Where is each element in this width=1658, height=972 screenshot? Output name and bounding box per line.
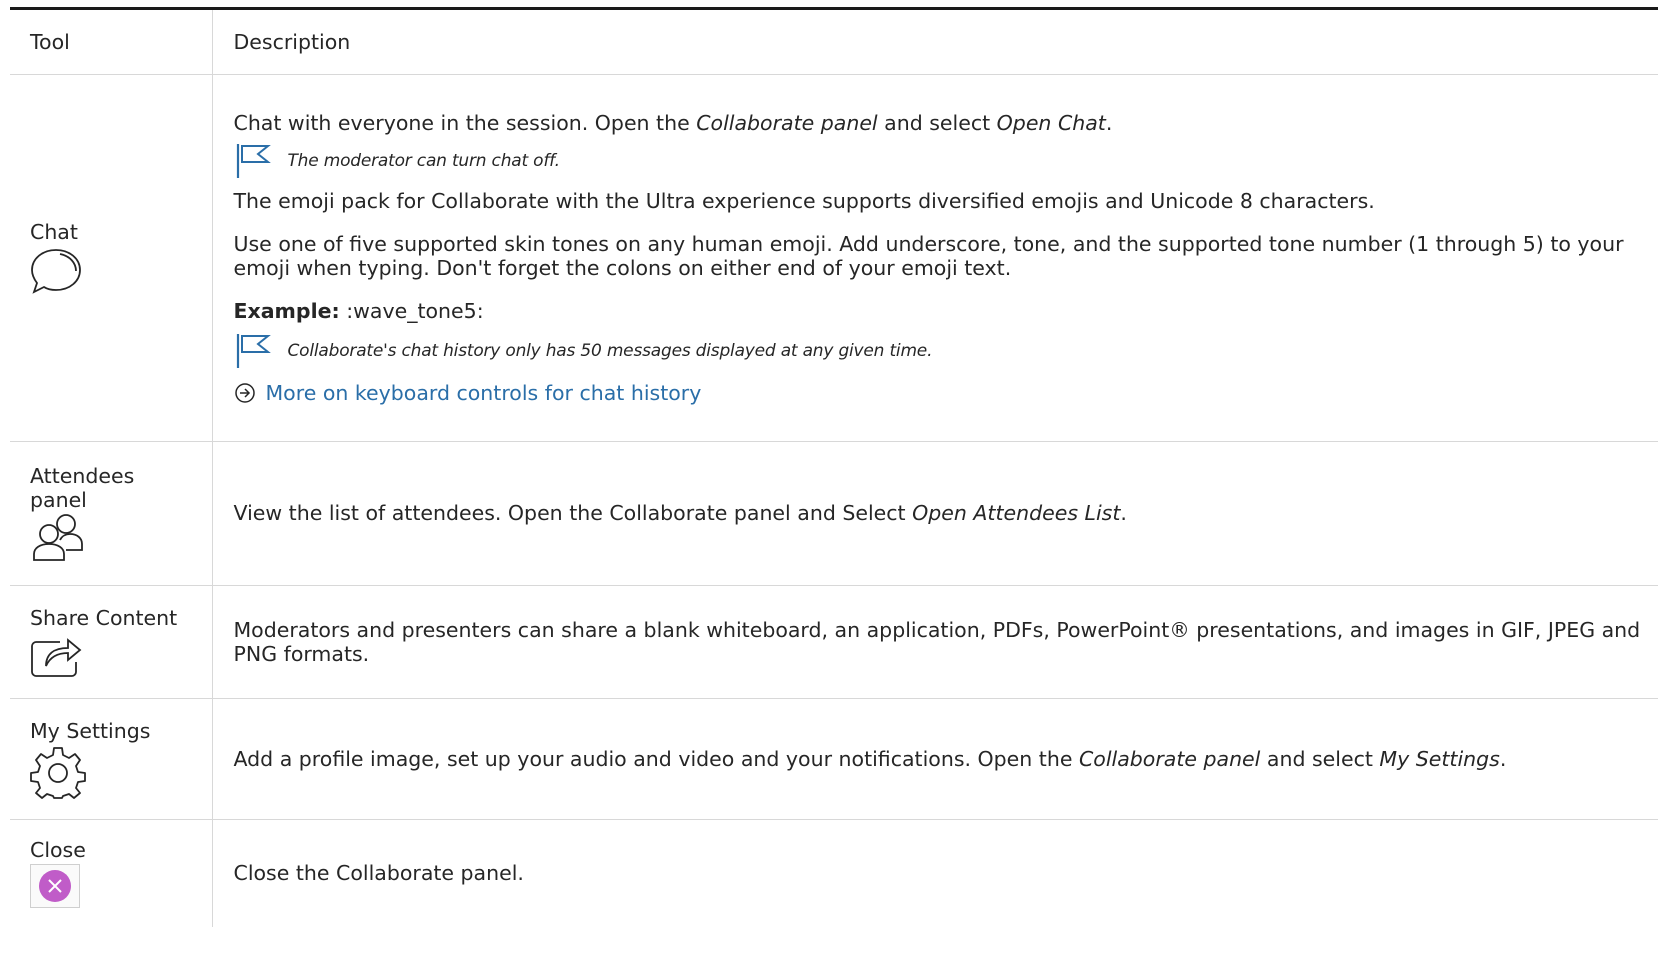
table-row-attendees: Attendees panel View the list of attende… [10,441,1658,585]
share-content-description: Moderators and presenters can share a bl… [233,617,1641,666]
tool-label-share-content: Share Content [30,605,178,630]
chat-example: Example: :wave_tone5: [233,298,484,323]
chat-paragraph-3: Use one of five supported skin tones on … [233,231,1624,280]
chat-bubble-icon [31,248,81,294]
tool-label-attendees-1: Attendees [30,464,135,488]
flag-icon [236,143,271,178]
tool-cell-close: Close [10,819,213,927]
table-row-chat: Chat Chat with everyone in the session. … [10,74,1658,441]
close-button-illustration [30,864,80,909]
attendees-icon [33,514,83,561]
header-tool: Tool [10,10,213,74]
tool-label-chat: Chat [30,219,78,244]
tool-cell-my-settings: My Settings [10,698,213,819]
desc-cell-attendees: View the list of attendees. Open the Col… [212,441,1658,585]
tool-cell-attendees: Attendees panel [10,441,213,585]
settings-gear-icon [30,746,86,799]
chat-note-2: Collaborate's chat history only has 50 m… [234,332,1655,370]
header-description: Description [233,29,351,54]
chat-paragraph-1: Chat with everyone in the session. Open … [233,110,1113,135]
tool-cell-chat: Chat [10,74,213,441]
circle-arrow-right-icon [234,382,255,403]
tool-label-attendees-2: panel [30,488,87,512]
tool-cell-share-content: Share Content [10,585,213,698]
my-settings-description: Add a profile image, set up your audio a… [233,746,1507,771]
close-description: Close the Collaborate panel. [233,861,524,886]
desc-cell-close: Close the Collaborate panel. [212,819,1658,927]
share-content-icon [31,637,82,677]
table-row-close: Close Close the Collaborate panel. [10,819,1658,927]
table-header-row: Tool Description [10,10,1658,74]
tools-table: Tool Description Chat Chat with everyone… [10,10,1658,927]
attendees-description: View the list of attendees. Open the Col… [233,501,1127,525]
close-icon [39,870,71,903]
table-row-share-content: Share Content Moderators and presenters … [10,585,1658,698]
keyboard-controls-link[interactable]: More on keyboard controls for chat histo… [234,380,1655,406]
chat-note-1: The moderator can turn chat off. [234,142,1655,180]
desc-cell-chat: Chat with everyone in the session. Open … [212,74,1658,441]
desc-cell-my-settings: Add a profile image, set up your audio a… [212,698,1658,819]
chat-paragraph-2: The emoji pack for Collaborate with the … [233,188,1375,213]
table-row-my-settings: My Settings Add a profile image, set up … [10,698,1658,819]
desc-cell-share-content: Moderators and presenters can share a bl… [212,585,1658,698]
tool-label-close: Close [30,838,86,863]
tool-label-my-settings: My Settings [30,718,151,743]
flag-icon [236,333,271,368]
